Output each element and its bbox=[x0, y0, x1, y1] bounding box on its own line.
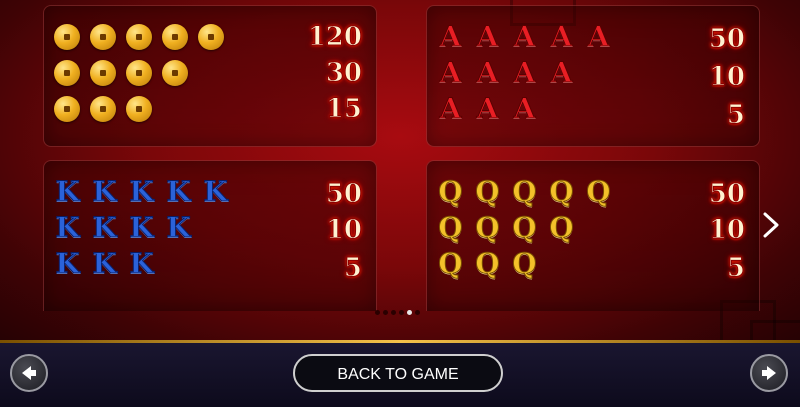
symbol-row-4: K K K K bbox=[54, 211, 192, 244]
symbol-letter: A bbox=[439, 20, 462, 53]
symbol-letter: A bbox=[550, 56, 573, 89]
symbol-row-5: K K K K K bbox=[54, 175, 229, 208]
symbol-row-3: K K K bbox=[54, 247, 155, 280]
symbol-row-4 bbox=[54, 60, 188, 86]
coin-symbol-icon bbox=[126, 24, 152, 50]
coin-symbol-icon bbox=[90, 96, 116, 122]
paytable-panel-a: A A A A A A A A A A A A 50 10 5 bbox=[426, 5, 760, 147]
symbol-letter: K bbox=[55, 175, 80, 208]
payout-value: 120 bbox=[307, 22, 362, 53]
symbol-letter: Q bbox=[475, 211, 500, 244]
symbol-row-5 bbox=[54, 24, 224, 50]
paytable-panel-q: Q Q Q Q Q Q Q Q Q Q Q Q 50 10 5 bbox=[426, 160, 760, 311]
next-page-button[interactable] bbox=[750, 354, 788, 392]
pagination-dots[interactable] bbox=[375, 310, 420, 315]
coin-symbol-icon bbox=[54, 60, 80, 86]
chevron-right-icon[interactable] bbox=[758, 210, 784, 246]
paytable-screen: 120 30 15 A A A A A A A A A A A A 50 10 … bbox=[0, 0, 800, 341]
symbol-letter: K bbox=[129, 175, 154, 208]
symbol-letter: Q bbox=[438, 211, 463, 244]
symbol-letter: A bbox=[476, 20, 499, 53]
payout-value: 10 bbox=[708, 215, 745, 246]
coin-symbol-icon bbox=[162, 24, 188, 50]
payout-value: 50 bbox=[325, 179, 362, 210]
symbol-letter: K bbox=[166, 175, 191, 208]
symbol-letter: A bbox=[439, 92, 462, 125]
paytable-panel-coin: 120 30 15 bbox=[43, 5, 377, 147]
coin-symbol-icon bbox=[90, 24, 116, 50]
coin-symbol-icon bbox=[126, 60, 152, 86]
arrow-left-icon bbox=[22, 366, 36, 380]
payout-value: 10 bbox=[325, 215, 362, 246]
payout-value: 5 bbox=[726, 253, 745, 284]
symbol-letter: A bbox=[476, 56, 499, 89]
payout-value: 50 bbox=[708, 179, 745, 210]
symbol-letter: Q bbox=[549, 175, 574, 208]
symbol-letter: Q bbox=[475, 247, 500, 280]
symbol-row-4: A A A A bbox=[437, 56, 575, 89]
symbol-letter: Q bbox=[438, 247, 463, 280]
payout-value: 10 bbox=[708, 62, 745, 93]
prev-page-button[interactable] bbox=[10, 354, 48, 392]
symbol-letter: K bbox=[92, 175, 117, 208]
coin-symbol-icon bbox=[126, 96, 152, 122]
background-fret-pattern bbox=[750, 320, 800, 341]
payout-value: 5 bbox=[726, 100, 745, 131]
payout-value: 30 bbox=[325, 58, 362, 89]
pagination-dot[interactable] bbox=[399, 310, 404, 315]
symbol-letter: Q bbox=[512, 211, 537, 244]
symbol-row-4: Q Q Q Q bbox=[437, 211, 575, 244]
coin-symbol-icon bbox=[198, 24, 224, 50]
symbol-letter: A bbox=[513, 92, 536, 125]
symbol-letter: A bbox=[476, 92, 499, 125]
pagination-dot[interactable] bbox=[383, 310, 388, 315]
symbol-letter: K bbox=[129, 211, 154, 244]
payout-value: 50 bbox=[708, 24, 745, 55]
paytable-panel-k: K K K K K K K K K K K K 50 10 5 bbox=[43, 160, 377, 311]
symbol-letter: Q bbox=[475, 175, 500, 208]
symbol-row-3: Q Q Q bbox=[437, 247, 538, 280]
symbol-letter: A bbox=[550, 20, 573, 53]
pagination-dot[interactable] bbox=[415, 310, 420, 315]
symbol-letter: A bbox=[587, 20, 610, 53]
coin-symbol-icon bbox=[54, 24, 80, 50]
symbol-row-3: A A A bbox=[437, 92, 538, 125]
symbol-letter: Q bbox=[549, 211, 574, 244]
coin-symbol-icon bbox=[162, 60, 188, 86]
pagination-dot[interactable] bbox=[407, 310, 412, 315]
symbol-letter: K bbox=[92, 211, 117, 244]
arrow-right-icon bbox=[762, 366, 776, 380]
symbol-letter: A bbox=[513, 56, 536, 89]
symbol-row-3 bbox=[54, 96, 152, 122]
pagination-dot[interactable] bbox=[391, 310, 396, 315]
coin-symbol-icon bbox=[54, 96, 80, 122]
symbol-row-5: A A A A A bbox=[437, 20, 612, 53]
bottom-bar: BACK TO GAME bbox=[0, 343, 800, 407]
symbol-letter: A bbox=[439, 56, 462, 89]
symbol-letter: Q bbox=[512, 175, 537, 208]
symbol-letter: K bbox=[55, 211, 80, 244]
symbol-letter: K bbox=[166, 211, 191, 244]
symbol-letter: K bbox=[203, 175, 228, 208]
symbol-row-5: Q Q Q Q Q bbox=[437, 175, 612, 208]
symbol-letter: K bbox=[55, 247, 80, 280]
symbol-letter: Q bbox=[438, 175, 463, 208]
coin-symbol-icon bbox=[90, 60, 116, 86]
symbol-letter: K bbox=[129, 247, 154, 280]
symbol-letter: Q bbox=[586, 175, 611, 208]
payout-value: 5 bbox=[343, 253, 362, 284]
back-to-game-button[interactable]: BACK TO GAME bbox=[293, 354, 503, 392]
symbol-letter: Q bbox=[512, 247, 537, 280]
payout-value: 15 bbox=[325, 94, 362, 125]
pagination-dot[interactable] bbox=[375, 310, 380, 315]
symbol-letter: K bbox=[92, 247, 117, 280]
symbol-letter: A bbox=[513, 20, 536, 53]
